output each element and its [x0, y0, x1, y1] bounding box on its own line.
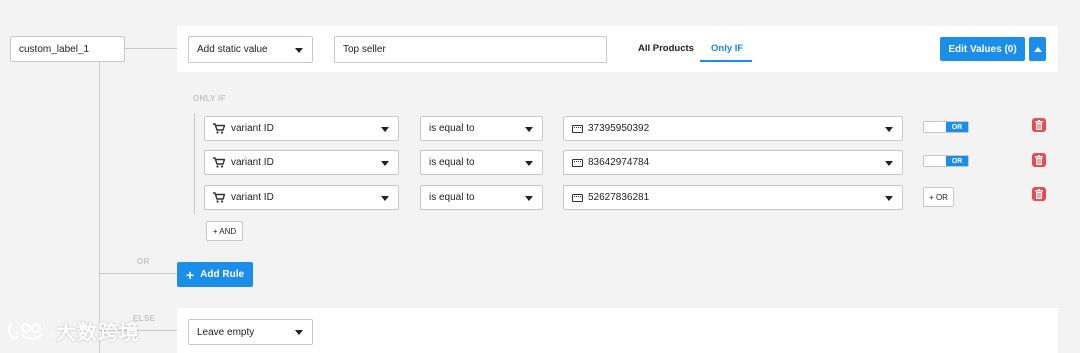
only-if-group-bar: [194, 113, 195, 214]
add-rule-label: Add Rule: [200, 269, 245, 280]
add-and-button[interactable]: + AND: [206, 221, 243, 241]
condition-value-text: 52627836281: [588, 192, 650, 203]
source-select-value: Add static value: [197, 44, 268, 55]
chevron-down-icon: [381, 160, 389, 166]
cart-icon: [213, 192, 225, 203]
delete-condition-button[interactable]: [1032, 153, 1046, 167]
custom-label-text: custom_label_1: [19, 43, 90, 55]
static-value-text: Top seller: [343, 44, 386, 55]
tab-only-if-underline: [700, 60, 752, 62]
else-panel: Leave empty: [177, 308, 1058, 353]
else-select[interactable]: Leave empty: [188, 319, 313, 345]
condition-value-select[interactable]: 37395950392: [563, 116, 903, 141]
watermark-text: 大数跨境: [56, 322, 140, 344]
condition-value-text: 83642974784: [588, 157, 650, 168]
cart-icon: [213, 157, 225, 168]
tab-all-products[interactable]: All Products: [638, 43, 694, 54]
else-select-value: Leave empty: [197, 326, 255, 338]
trash-icon: [1035, 189, 1043, 199]
rule-header-panel: Add static value Top seller All Products…: [177, 26, 1058, 72]
chevron-down-icon: [295, 47, 303, 53]
or-toggle-label: OR: [946, 156, 968, 166]
delete-condition-button[interactable]: [1032, 187, 1046, 201]
or-toggle[interactable]: OR: [923, 121, 969, 133]
condition-field-select[interactable]: variant ID: [204, 116, 399, 141]
tab-only-if[interactable]: Only IF: [711, 43, 743, 54]
chevron-down-icon: [525, 195, 533, 201]
delete-condition-button[interactable]: [1032, 118, 1046, 132]
edit-values-label: Edit Values (0): [948, 43, 1017, 55]
chevron-down-icon: [525, 160, 533, 166]
chevron-down-icon: [525, 126, 533, 132]
condition-operator-value: is equal to: [429, 123, 475, 134]
tree-connector-vertical: [99, 62, 100, 353]
or-toggle[interactable]: OR: [923, 155, 969, 167]
watermark-logo: 大数跨境: [6, 316, 140, 345]
custom-label-field[interactable]: custom_label_1: [10, 36, 125, 62]
condition-value-select[interactable]: 52627836281: [563, 185, 903, 210]
condition-field-select[interactable]: variant ID: [204, 185, 399, 210]
condition-field-value: variant ID: [231, 157, 274, 168]
condition-value-select[interactable]: 83642974784: [563, 150, 903, 175]
chevron-down-icon: [295, 330, 303, 335]
cart-icon: [213, 123, 225, 134]
chevron-down-icon: [885, 126, 893, 132]
keyboard-icon: [572, 158, 583, 167]
add-rule-button[interactable]: + Add Rule: [177, 262, 253, 287]
condition-operator-value: is equal to: [429, 157, 475, 168]
trash-icon: [1035, 155, 1043, 165]
condition-operator-select[interactable]: is equal to: [420, 116, 543, 141]
condition-field-value: variant ID: [231, 192, 274, 203]
keyboard-icon: [572, 193, 583, 202]
condition-field-value: variant ID: [231, 123, 274, 134]
condition-operator-value: is equal to: [429, 192, 475, 203]
trash-icon: [1035, 120, 1043, 130]
keyboard-icon: [572, 124, 583, 133]
only-if-label: ONLY IF: [193, 94, 226, 103]
chevron-down-icon: [885, 195, 893, 201]
condition-operator-select[interactable]: is equal to: [420, 150, 543, 175]
condition-value-text: 37395950392: [588, 123, 650, 134]
source-select[interactable]: Add static value: [188, 36, 313, 63]
tree-connector-top: [125, 48, 177, 49]
or-separator-label: OR: [137, 257, 150, 266]
static-value-input[interactable]: Top seller: [334, 36, 607, 63]
chevron-down-icon: [381, 195, 389, 201]
chevron-down-icon: [381, 126, 389, 132]
condition-operator-select[interactable]: is equal to: [420, 185, 543, 210]
add-or-label: + OR: [929, 192, 948, 202]
chevron-up-icon: [1033, 46, 1042, 52]
chevron-down-icon: [885, 160, 893, 166]
or-toggle-label: OR: [946, 122, 968, 132]
edit-values-button[interactable]: Edit Values (0): [940, 37, 1025, 61]
add-and-label: + AND: [212, 226, 237, 236]
condition-field-select[interactable]: variant ID: [204, 150, 399, 175]
plus-icon: +: [185, 266, 195, 283]
collapse-button[interactable]: [1029, 37, 1046, 61]
tree-connector-or: [99, 273, 177, 274]
watermark-emblem-icon: [8, 321, 43, 340]
add-or-button[interactable]: + OR: [923, 187, 954, 207]
